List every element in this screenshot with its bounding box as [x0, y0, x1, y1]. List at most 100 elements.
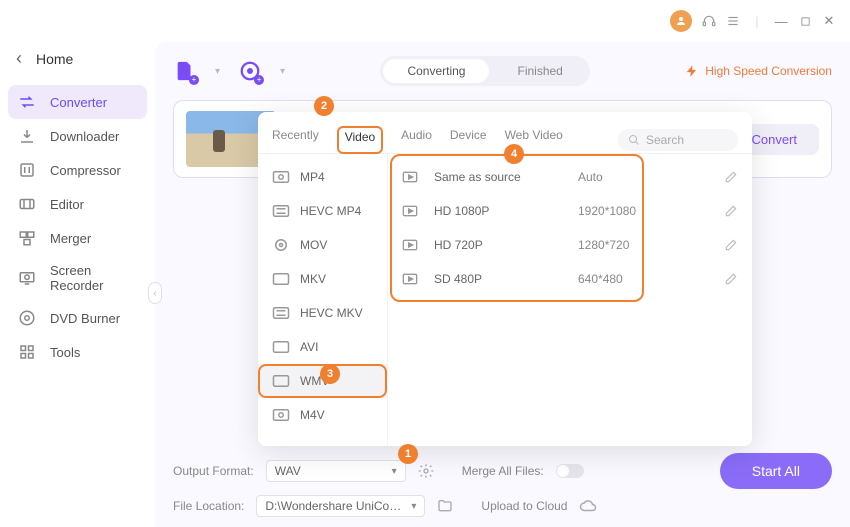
- edit-icon[interactable]: [724, 204, 738, 218]
- bottom-bar-2: File Location: D:\Wondershare UniConvert…: [173, 489, 832, 517]
- file-location-select[interactable]: D:\Wondershare UniConverter 1 ▾: [256, 495, 425, 517]
- screen-icon: [18, 269, 36, 287]
- res-dim: 1920*1080: [578, 204, 668, 218]
- merge-toggle[interactable]: [556, 464, 584, 478]
- format-label: M4V: [300, 408, 325, 422]
- format-mkv[interactable]: MKV: [258, 262, 387, 296]
- format-list: MP4 HEVC MP4 MOV MKV HEVC MKV AVI WMV M4…: [258, 154, 388, 446]
- video-icon: [272, 238, 290, 252]
- sidebar: ‹ Home Converter Downloader Compressor E…: [0, 42, 155, 527]
- edit-icon[interactable]: [724, 272, 738, 286]
- converter-icon: [18, 93, 36, 111]
- bottom-bar: Output Format: WAV ▾ Merge All Files: St…: [173, 445, 832, 489]
- format-mov[interactable]: MOV: [258, 228, 387, 262]
- output-format-select[interactable]: WAV ▾: [266, 460, 406, 482]
- res-name: HD 720P: [434, 238, 564, 252]
- segment-control: Converting Finished: [380, 56, 589, 86]
- tab-video[interactable]: Video: [337, 126, 383, 154]
- sidebar-collapse-handle[interactable]: ‹: [148, 282, 162, 304]
- format-label: MP4: [300, 170, 325, 184]
- divider-icon: |: [750, 14, 764, 29]
- format-label: HEVC MKV: [300, 306, 363, 320]
- editor-icon: [18, 195, 36, 213]
- add-dvd-button[interactable]: +: [238, 59, 262, 83]
- format-hevc-mp4[interactable]: HEVC MP4: [258, 194, 387, 228]
- sidebar-item-compressor[interactable]: Compressor: [8, 153, 147, 187]
- file-location-label: File Location:: [173, 499, 244, 513]
- res-480p[interactable]: SD 480P 640*480: [398, 262, 742, 296]
- video-icon: [272, 340, 290, 354]
- user-avatar[interactable]: [670, 10, 692, 32]
- plus-icon: +: [189, 75, 199, 85]
- video-icon: [402, 205, 420, 217]
- add-file-button[interactable]: +: [173, 59, 197, 83]
- download-icon: [18, 127, 36, 145]
- callout-3: 3: [320, 364, 340, 384]
- high-speed-label: High Speed Conversion: [705, 64, 832, 78]
- tab-device[interactable]: Device: [450, 128, 487, 152]
- edit-icon[interactable]: [724, 238, 738, 252]
- upload-label: Upload to Cloud: [481, 499, 567, 513]
- edit-icon[interactable]: [724, 170, 738, 184]
- chevron-down-icon: ▾: [411, 501, 416, 512]
- tab-converting[interactable]: Converting: [383, 59, 489, 83]
- settings-icon[interactable]: [418, 463, 434, 479]
- res-dim: 640*480: [578, 272, 668, 286]
- sidebar-item-label: DVD Burner: [50, 311, 120, 326]
- video-icon: [272, 408, 290, 422]
- sidebar-header: ‹ Home: [8, 42, 147, 85]
- chevron-down-icon: ▾: [392, 466, 397, 477]
- video-icon: [272, 306, 290, 320]
- tab-recently[interactable]: Recently: [272, 128, 319, 152]
- format-label: MOV: [300, 238, 327, 252]
- back-icon[interactable]: ‹: [16, 48, 22, 69]
- sidebar-item-dvd-burner[interactable]: DVD Burner: [8, 301, 147, 335]
- output-format-label: Output Format:: [173, 464, 254, 478]
- output-format-value: WAV: [275, 464, 301, 478]
- sidebar-item-tools[interactable]: Tools: [8, 335, 147, 369]
- close-button[interactable]: ✕: [822, 13, 836, 29]
- search-placeholder: Search: [646, 133, 684, 147]
- sidebar-item-label: Editor: [50, 197, 84, 212]
- tools-icon: [18, 343, 36, 361]
- cloud-icon[interactable]: [579, 497, 597, 515]
- res-name: SD 480P: [434, 272, 564, 286]
- title-bar: | — ✕: [0, 0, 850, 42]
- format-popup: Recently Video Audio Device Web Video Se…: [258, 112, 752, 446]
- high-speed-toggle[interactable]: High Speed Conversion: [685, 64, 832, 78]
- res-dim: 1280*720: [578, 238, 668, 252]
- format-mp4[interactable]: MP4: [258, 160, 387, 194]
- res-720p[interactable]: HD 720P 1280*720: [398, 228, 742, 262]
- sidebar-item-screen-recorder[interactable]: Screen Recorder: [8, 255, 147, 301]
- format-hevc-mkv[interactable]: HEVC MKV: [258, 296, 387, 330]
- minimize-button[interactable]: —: [774, 14, 788, 29]
- tab-audio[interactable]: Audio: [401, 128, 432, 152]
- video-icon: [402, 239, 420, 251]
- format-avi[interactable]: AVI: [258, 330, 387, 364]
- sidebar-item-downloader[interactable]: Downloader: [8, 119, 147, 153]
- tab-finished[interactable]: Finished: [493, 59, 586, 83]
- video-icon: [272, 204, 290, 218]
- menu-icon[interactable]: [726, 14, 740, 28]
- format-label: HEVC MP4: [300, 204, 361, 218]
- format-m4v[interactable]: M4V: [258, 398, 387, 432]
- sidebar-item-converter[interactable]: Converter: [8, 85, 147, 119]
- maximize-button[interactable]: [798, 16, 812, 27]
- callout-1: 1: [398, 444, 418, 464]
- video-icon: [402, 171, 420, 183]
- callout-2: 2: [314, 96, 334, 116]
- video-icon: [272, 170, 290, 184]
- res-same-as-source[interactable]: Same as sourceAuto: [398, 160, 742, 194]
- headset-icon[interactable]: [702, 13, 716, 29]
- format-search[interactable]: Search: [618, 129, 738, 151]
- chevron-down-icon[interactable]: ▾: [280, 66, 285, 77]
- folder-icon[interactable]: [437, 498, 453, 514]
- toolbar: + ▾ + ▾ Converting Finished High Speed C…: [173, 56, 832, 86]
- sidebar-item-editor[interactable]: Editor: [8, 187, 147, 221]
- start-all-button[interactable]: Start All: [720, 453, 832, 489]
- res-name: HD 1080P: [434, 204, 564, 218]
- chevron-down-icon[interactable]: ▾: [215, 66, 220, 77]
- video-icon: [402, 273, 420, 285]
- sidebar-item-merger[interactable]: Merger: [8, 221, 147, 255]
- res-1080p[interactable]: HD 1080P 1920*1080: [398, 194, 742, 228]
